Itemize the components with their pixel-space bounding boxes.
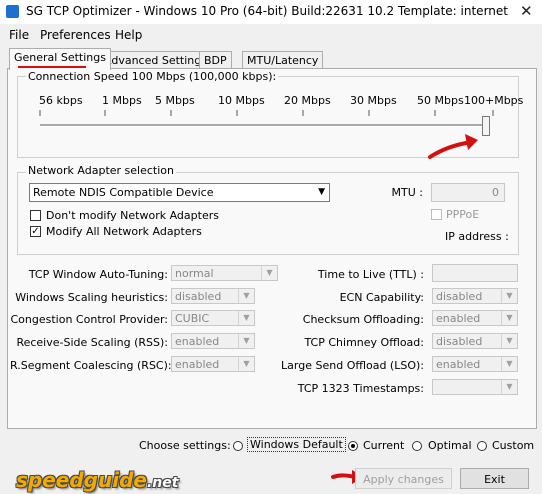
rsc-select[interactable]: enabled ▼ (171, 356, 255, 372)
radio-custom[interactable] (477, 441, 487, 451)
rss-label: Receive-Side Scaling (RSS): (16, 336, 168, 349)
lso-select[interactable]: enabled ▼ (432, 356, 518, 372)
select-value: enabled (436, 358, 481, 371)
select-value: normal (175, 267, 214, 280)
chevron-down-icon: ▼ (501, 289, 517, 303)
speed-slider-track (40, 124, 490, 127)
chevron-down-icon: ▼ (501, 334, 517, 348)
tcp-chimney-select[interactable]: disabled ▼ (432, 333, 518, 349)
logo-suffix: .net (146, 475, 179, 491)
tab-mtu-latency[interactable]: MTU/Latency (242, 51, 324, 69)
modify-all-label: Modify All Network Adapters (46, 225, 202, 238)
windows-scaling-label: Windows Scaling heuristics: (15, 291, 168, 304)
dont-modify-label: Don't modify Network Adapters (46, 209, 219, 222)
tcp-1323-timestamps-select[interactable]: ▼ (432, 379, 518, 395)
tcp-window-autotuning-label: TCP Window Auto-Tuning: (28, 268, 168, 281)
ip-address-label: IP address : (445, 230, 509, 243)
choose-settings-label: Choose settings: (139, 439, 231, 452)
select-value: disabled (175, 290, 222, 303)
chevron-down-icon: ▼ (318, 187, 325, 197)
speed-tick-label: 20 Mbps (284, 94, 331, 107)
rss-select[interactable]: enabled ▼ (171, 333, 255, 349)
speed-tick-label: 1 Mbps (102, 94, 142, 107)
apply-changes-button[interactable]: Apply changes (355, 468, 452, 489)
ecn-label: ECN Capability: (339, 291, 424, 304)
checksum-offloading-label: Checksum Offloading: (302, 313, 424, 326)
adapter-select-value: Remote NDIS Compatible Device (33, 186, 214, 199)
select-value: disabled (436, 290, 483, 303)
ttl-label: Time to Live (TTL) : (317, 268, 424, 281)
speed-tick-label: 100+Mbps (464, 94, 524, 107)
select-value: CUBIC (175, 312, 210, 325)
radio-optimal-label[interactable]: Optimal (428, 439, 472, 452)
tab-bdp[interactable]: BDP (199, 51, 232, 69)
tcp-window-autotuning-select[interactable]: normal ▼ (171, 265, 278, 281)
tcp-1323-timestamps-label: TCP 1323 Timestamps: (297, 382, 424, 395)
select-value: disabled (436, 335, 483, 348)
menu-file[interactable]: File (9, 28, 29, 42)
mtu-value: 0 (492, 186, 499, 199)
speed-tick-label: 56 kbps (39, 94, 83, 107)
connection-speed-label: Connection Speed 100 Mbps (100,000 kbps)… (26, 70, 279, 83)
modify-all-checkbox[interactable]: ✓ (30, 226, 41, 237)
speed-tick-label: 50 Mbps (417, 94, 464, 107)
adapter-select[interactable]: Remote NDIS Compatible Device ▼ (29, 183, 330, 202)
chevron-down-icon: ▼ (238, 289, 254, 303)
tab-underline-annotation (18, 66, 86, 68)
radio-windows-default[interactable] (233, 441, 243, 451)
chevron-down-icon: ▼ (501, 311, 517, 325)
chevron-down-icon: ▼ (501, 357, 517, 371)
speed-tick-label: 10 Mbps (218, 94, 265, 107)
mtu-input[interactable]: 0 (431, 183, 505, 202)
network-adapter-group-label: Network Adapter selection (26, 164, 177, 177)
app-icon (6, 5, 19, 18)
ttl-input[interactable] (432, 264, 518, 282)
tab-advanced-settings[interactable]: Advanced Settings (99, 51, 212, 69)
select-value: enabled (175, 358, 220, 371)
mtu-label: MTU : (391, 186, 423, 199)
dont-modify-checkbox[interactable] (30, 210, 41, 221)
congestion-control-select[interactable]: CUBIC ▼ (171, 310, 255, 326)
tcp-chimney-label: TCP Chimney Offload: (304, 336, 424, 349)
radio-windows-default-label[interactable]: Windows Default (247, 437, 346, 452)
menu-preferences[interactable]: Preferences (40, 28, 111, 42)
close-icon[interactable]: ✕ (520, 2, 533, 20)
lso-label: Large Send Offload (LSO): (281, 359, 424, 372)
rsc-label: R.Segment Coalescing (RSC): (10, 359, 172, 372)
radio-optimal[interactable] (412, 441, 422, 451)
radio-current-label[interactable]: Current (363, 439, 404, 452)
select-value: enabled (436, 312, 481, 325)
chevron-down-icon: ▼ (238, 334, 254, 348)
chevron-down-icon: ▼ (501, 380, 517, 394)
exit-button[interactable]: Exit (460, 468, 529, 489)
checksum-offloading-select[interactable]: enabled ▼ (432, 310, 518, 326)
chevron-down-icon: ▼ (238, 357, 254, 371)
arrow-annotation-icon (428, 134, 478, 159)
chevron-down-icon: ▼ (238, 311, 254, 325)
logo-text: speedguide (16, 468, 147, 492)
menu-help[interactable]: Help (115, 28, 142, 42)
windows-scaling-select[interactable]: disabled ▼ (171, 288, 255, 304)
radio-custom-label[interactable]: Custom (492, 439, 534, 452)
select-value: enabled (175, 335, 220, 348)
radio-current[interactable] (348, 441, 358, 451)
pppoe-label: PPPoE (446, 208, 480, 221)
speedguide-logo[interactable]: speedguide.net (16, 468, 178, 492)
speed-tick-label: 30 Mbps (350, 94, 397, 107)
pppoe-checkbox[interactable] (431, 209, 442, 220)
congestion-control-label: Congestion Control Provider: (10, 313, 169, 326)
speed-tick-label: 5 Mbps (155, 94, 195, 107)
window-title: SG TCP Optimizer - Windows 10 Pro (64-bi… (26, 4, 508, 18)
ecn-select[interactable]: disabled ▼ (432, 288, 518, 304)
